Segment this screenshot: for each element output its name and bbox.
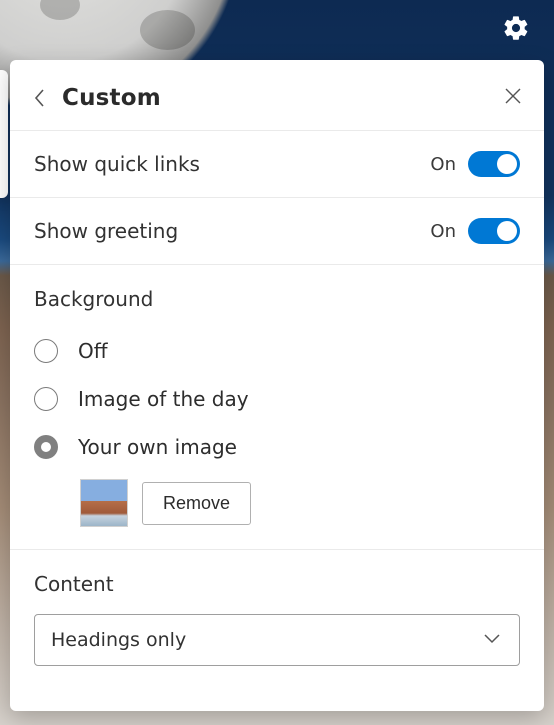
content-section: Content Headings only	[10, 550, 544, 692]
toggle-label: Show greeting	[34, 219, 430, 243]
radio-icon-selected	[34, 435, 58, 459]
background-thumbnail[interactable]	[80, 479, 128, 527]
background-option-your-own-image[interactable]: Your own image	[34, 425, 520, 473]
settings-gear-icon[interactable]	[502, 14, 530, 46]
custom-settings-panel: Custom Show quick links On Show greeting…	[10, 60, 544, 711]
radio-icon	[34, 339, 58, 363]
back-button[interactable]	[32, 86, 48, 114]
radio-label: Off	[78, 339, 108, 363]
radio-label: Your own image	[78, 435, 237, 459]
radio-label: Image of the day	[78, 387, 249, 411]
background-section: Background Off Image of the day Your own…	[10, 265, 544, 550]
toggle-state-text: On	[430, 221, 456, 242]
toggle-label: Show quick links	[34, 152, 430, 176]
adjacent-panel-edge	[0, 70, 8, 198]
radio-icon	[34, 387, 58, 411]
toggle-state-text: On	[430, 154, 456, 175]
section-title-content: Content	[34, 572, 520, 596]
panel-title: Custom	[62, 85, 161, 111]
toggle-row-greeting: Show greeting On	[10, 198, 544, 265]
own-image-controls: Remove	[80, 479, 520, 527]
greeting-toggle[interactable]	[468, 218, 520, 244]
quick-links-toggle[interactable]	[468, 151, 520, 177]
chevron-down-icon	[481, 627, 503, 654]
content-select[interactable]: Headings only	[34, 614, 520, 666]
toggle-row-quick-links: Show quick links On	[10, 131, 544, 198]
close-button[interactable]	[504, 87, 522, 109]
select-value: Headings only	[51, 629, 481, 651]
section-title-background: Background	[34, 287, 520, 311]
background-option-image-of-the-day[interactable]: Image of the day	[34, 377, 520, 425]
background-option-off[interactable]: Off	[34, 329, 520, 377]
panel-header: Custom	[10, 60, 544, 131]
remove-image-button[interactable]: Remove	[142, 482, 251, 525]
